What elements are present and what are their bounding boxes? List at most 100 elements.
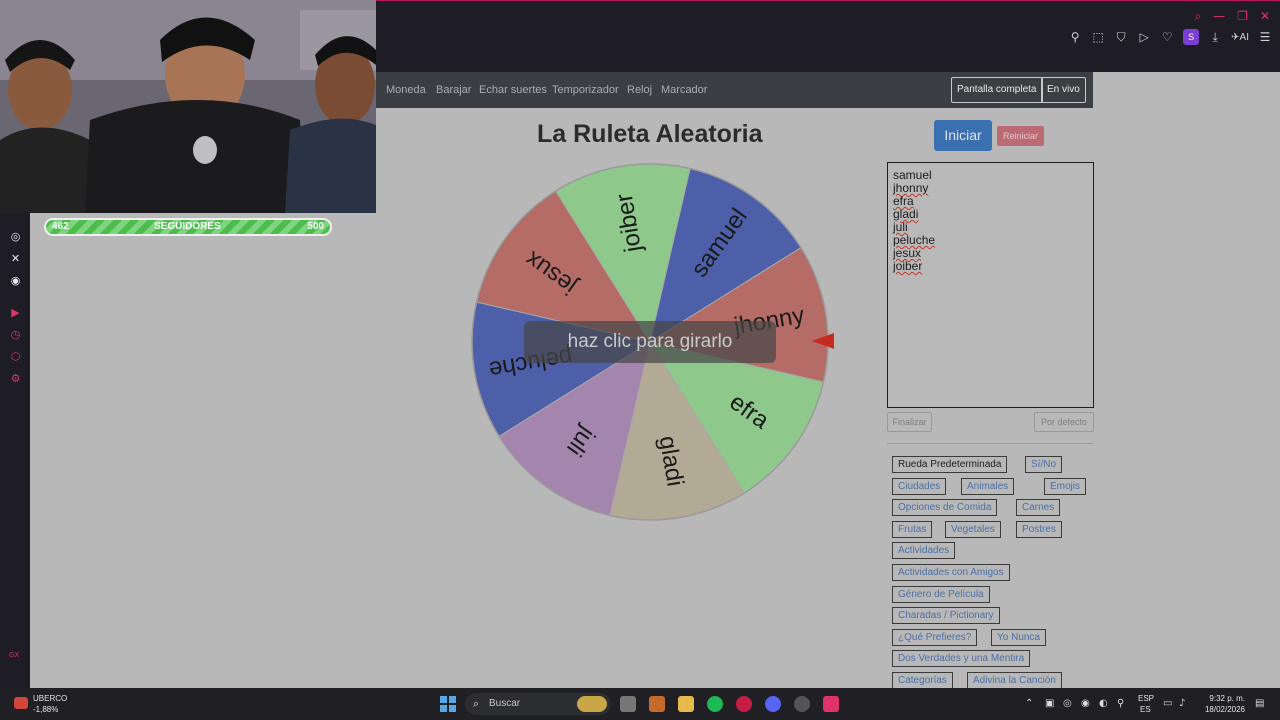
followers-goal: 500 (307, 221, 324, 232)
name-entry: gladi (893, 207, 919, 221)
tray-app3-icon[interactable]: ◐ (1099, 698, 1108, 709)
preset-guess-song[interactable]: Adivina la Canción (967, 672, 1062, 688)
history-icon[interactable]: ◷ (9, 328, 22, 341)
nav-link-clock[interactable]: Reloj (627, 84, 652, 96)
preset-yes-no[interactable]: Sí/No (1025, 456, 1063, 473)
microphone-icon[interactable]: ⚲ (1117, 698, 1124, 709)
search-placeholder: Buscar (489, 698, 521, 709)
followers-progress: 462 SEGUIDORES 500 (46, 220, 330, 234)
clock-time[interactable]: 9:32 p. m. (1205, 694, 1245, 703)
preset-would-you-rather[interactable]: ¿Qué Prefieres? (892, 629, 978, 646)
preset-never-have-i[interactable]: Yo Nunca (991, 629, 1046, 646)
discord-app-icon[interactable] (765, 696, 781, 712)
preset-cities[interactable]: Ciudades (892, 478, 947, 495)
task-view-icon[interactable] (620, 696, 636, 712)
preset-desserts[interactable]: Postres (1016, 521, 1062, 538)
tiktok-icon[interactable] (823, 696, 839, 712)
start-button[interactable]: Iniciar (934, 120, 992, 151)
stock-change[interactable]: -1,88% (33, 705, 58, 714)
profile-icon[interactable]: S (1183, 29, 1200, 45)
heart-icon[interactable]: ♡ (1160, 30, 1174, 44)
language-bottom[interactable]: ES (1140, 705, 1151, 714)
name-entry: jesux (893, 246, 922, 260)
stock-icon[interactable] (14, 697, 28, 709)
name-entry: jhonny (893, 181, 929, 195)
discord-icon[interactable]: ◉ (9, 274, 22, 287)
spin-hint[interactable]: haz clic para girarlo (524, 321, 776, 363)
search-icon[interactable]: ⌕ (1194, 9, 1201, 24)
stock-name[interactable]: UBERCO (33, 694, 67, 703)
name-entry: efra (893, 194, 914, 208)
nav-link-shuffle[interactable]: Barajar (436, 84, 471, 96)
language-top[interactable]: ESP (1138, 694, 1154, 703)
spotify-icon[interactable] (707, 696, 723, 712)
snapshot-icon[interactable]: ⬚ (1091, 30, 1105, 44)
tray-app-icon[interactable]: ▣ (1045, 698, 1054, 709)
notifications-icon[interactable]: ▤ (1255, 698, 1264, 709)
finalize-button[interactable]: Finalizar (887, 412, 932, 432)
player-icon[interactable]: ▶ (9, 306, 22, 319)
preset-activities[interactable]: Actividades (892, 542, 956, 559)
fullscreen-button[interactable]: Pantalla completa (951, 77, 1043, 103)
preset-movie-genre[interactable]: Género de Película (892, 586, 990, 603)
page-title: La Ruleta Aleatoria (537, 120, 763, 148)
preset-charades[interactable]: Charadas / Pictionary (892, 607, 1000, 624)
nav-link-coin[interactable]: Moneda (386, 84, 426, 96)
nav-link-scoreboard[interactable]: Marcador (661, 84, 707, 96)
close-icon[interactable]: ✕ (1260, 9, 1270, 24)
obs-icon[interactable] (794, 696, 810, 712)
name-entry: joiber (893, 259, 923, 273)
preset-two-truths[interactable]: Dos Verdades y una Mentira (892, 650, 1031, 667)
aria-icon[interactable]: ✈AI (1231, 32, 1249, 43)
minimize-icon[interactable]: — (1213, 9, 1225, 24)
file-explorer-icon[interactable] (678, 696, 694, 712)
wheel-pointer (812, 333, 834, 349)
opera-tray-icon[interactable]: ◎ (1063, 698, 1072, 709)
pin-icon[interactable]: ⚲ (1068, 30, 1082, 44)
clock-date[interactable]: 18/02/2026 (1197, 705, 1245, 714)
preset-default-wheel[interactable]: Rueda Predeterminada (892, 456, 1008, 473)
preset-categories[interactable]: Categorías (892, 672, 953, 688)
followers-label: SEGUIDORES (154, 221, 221, 232)
window-controls: ⌕ — ❐ ✕ (1194, 9, 1270, 24)
extensions-icon[interactable]: ⬡ (9, 350, 22, 363)
windows-start-icon[interactable] (440, 696, 456, 712)
menu-icon[interactable]: ☰ (1258, 30, 1272, 44)
live-button[interactable]: En vivo (1041, 77, 1086, 103)
default-button[interactable]: Por defecto (1034, 412, 1094, 432)
preset-food-options[interactable]: Opciones de Comida (892, 499, 998, 516)
followers-current: 462 (52, 221, 69, 232)
gx-label[interactable]: GX (9, 652, 19, 659)
preset-meats[interactable]: Carnes (1016, 499, 1061, 516)
nav-link-draw-lots[interactable]: Echar suertes (479, 84, 547, 96)
tray-app2-icon[interactable]: ◉ (1081, 698, 1090, 709)
network-icon[interactable]: ▭ (1163, 698, 1172, 709)
opera-gx-icon[interactable] (736, 696, 752, 712)
x-icon[interactable]: ✕ (9, 252, 22, 265)
site-navbar: Moneda Barajar Echar suertes Temporizado… (376, 72, 1093, 108)
taskbar: UBERCO -1,88% ⌕ Buscar ⌃ ▣ ◎ ◉ ◐ ⚲ ESP E… (0, 688, 1280, 720)
preset-emojis[interactable]: Emojis (1044, 478, 1087, 495)
play-icon[interactable]: ▷ (1137, 30, 1151, 44)
restore-icon[interactable]: ❐ (1237, 9, 1248, 24)
browser-sidebar: ◎ ✕ ◉ ▶ ◷ ⬡ ⚙ GX (0, 200, 30, 688)
preset-vegetables[interactable]: Vegetales (945, 521, 1001, 538)
chevron-up-icon[interactable]: ⌃ (1025, 698, 1033, 709)
browser-tools: ⚲ ⬚ ⛉ ▷ ♡ S ⤓ ✈AI ☰ (1068, 29, 1272, 45)
settings-icon[interactable]: ⚙ (9, 372, 22, 385)
preset-fruits[interactable]: Frutas (892, 521, 933, 538)
divider (887, 443, 1094, 444)
search-highlight-icon (577, 696, 607, 712)
preset-animals[interactable]: Animales (961, 478, 1015, 495)
volume-icon[interactable]: ♪ (1179, 698, 1185, 709)
search-icon: ⌕ (473, 697, 480, 710)
shield-icon[interactable]: ⛉ (1114, 30, 1128, 45)
download-icon[interactable]: ⤓ (1208, 30, 1222, 45)
names-textarea[interactable]: samuel jhonny efra gladi juli peluche je… (887, 162, 1094, 408)
reset-button[interactable]: Reiniciar (997, 126, 1044, 146)
preset-activities-friends[interactable]: Actividades con Amigos (892, 564, 1010, 581)
app-icon[interactable] (649, 696, 665, 712)
taskbar-search[interactable]: ⌕ Buscar (465, 693, 611, 715)
nav-link-timer[interactable]: Temporizador (552, 84, 619, 96)
instagram-icon[interactable]: ◎ (9, 230, 22, 243)
